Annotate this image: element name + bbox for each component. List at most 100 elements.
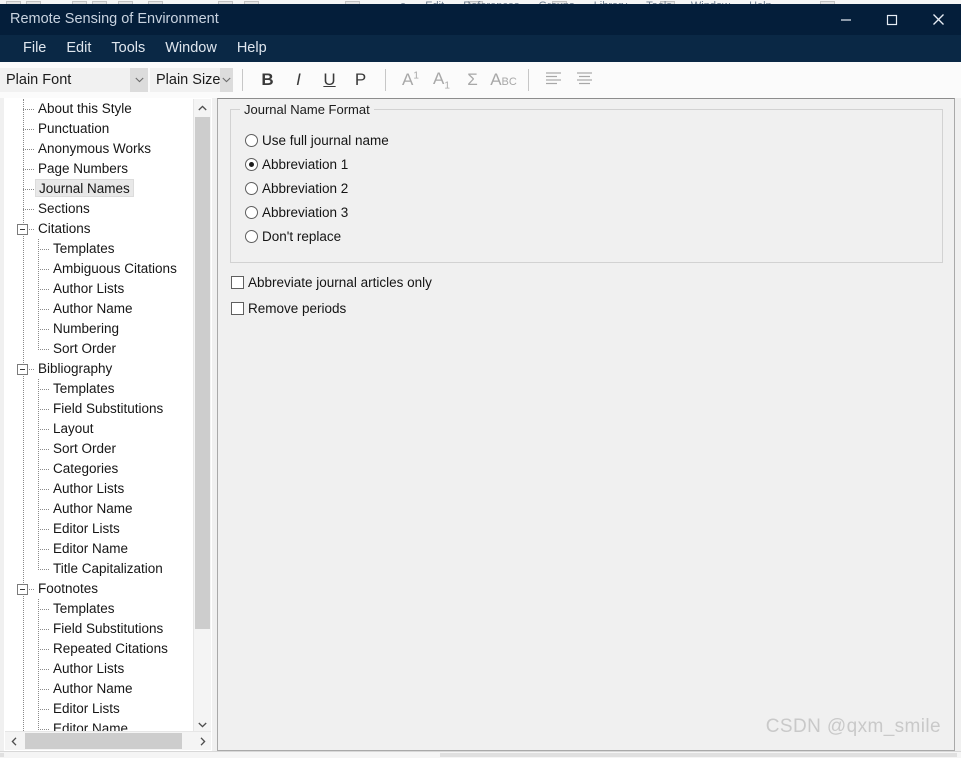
tree-item-label: Templates xyxy=(53,381,115,396)
horizontal-scroll-thumb[interactable] xyxy=(25,733,182,749)
tree-connector-line xyxy=(38,649,49,651)
checkbox-indicator[interactable] xyxy=(231,301,244,315)
tree-vertical-scrollbar[interactable] xyxy=(193,99,211,733)
radio-indicator[interactable] xyxy=(245,133,258,147)
tree-collapse-icon[interactable] xyxy=(17,224,28,235)
tree-item-label: Templates xyxy=(53,601,115,616)
chevron-down-icon[interactable] xyxy=(220,68,233,92)
subscript-icon: A1 xyxy=(433,68,450,92)
tree-item-label: Sort Order xyxy=(53,341,117,356)
scroll-left-icon[interactable] xyxy=(5,732,23,750)
tree-item-label: Author Name xyxy=(53,501,133,516)
symbol-button[interactable]: Σ xyxy=(457,66,488,94)
tree-item-about-this-style[interactable]: About this Style xyxy=(5,99,196,119)
scroll-right-icon[interactable] xyxy=(194,732,211,750)
plain-button[interactable]: P xyxy=(345,66,376,94)
editor-body: About this Style Punctuation Anonymous Wor… xyxy=(0,98,961,758)
tree-item-templates[interactable]: Templates xyxy=(5,379,196,399)
radio-abbreviation-1[interactable]: Abbreviation 1 xyxy=(245,154,348,174)
chevron-down-icon[interactable] xyxy=(130,68,148,92)
tree-item-label: Citations xyxy=(38,221,91,236)
tree-item-label: Author Name xyxy=(53,681,133,696)
subscript-button[interactable]: A1 xyxy=(426,66,457,94)
bold-button[interactable]: B xyxy=(252,66,283,94)
radio-abbreviation-3[interactable]: Abbreviation 3 xyxy=(245,202,348,222)
tree-item-editor-lists[interactable]: Editor Lists xyxy=(5,699,196,719)
maximize-button[interactable] xyxy=(869,4,915,35)
tree-item-author-name[interactable]: Author Name xyxy=(5,679,196,699)
menu-item-edit[interactable]: Edit xyxy=(56,35,101,62)
align-center-button[interactable] xyxy=(569,66,600,94)
tree-item-author-name[interactable]: Author Name xyxy=(5,299,196,319)
radio-indicator[interactable] xyxy=(245,229,258,243)
radio-indicator[interactable] xyxy=(245,157,258,171)
menu-item-window[interactable]: Window xyxy=(155,35,227,62)
style-tree-panel: About this Style Punctuation Anonymous Wor… xyxy=(4,98,212,751)
italic-button[interactable]: I xyxy=(283,66,314,94)
superscript-button[interactable]: A1 xyxy=(395,66,426,94)
tree-connector-line xyxy=(38,709,49,711)
tree-item-title-capitalization[interactable]: Title Capitalization xyxy=(5,559,196,579)
checkbox-indicator[interactable] xyxy=(231,275,244,289)
tree-item-templates[interactable]: Templates xyxy=(5,599,196,619)
checkbox-remove-periods[interactable]: Remove periods xyxy=(231,299,346,317)
window-controls xyxy=(823,4,961,35)
tree-item-bibliography[interactable]: Bibliography xyxy=(5,359,196,379)
small-caps-button[interactable]: ABC xyxy=(488,66,519,94)
tree-item-numbering[interactable]: Numbering xyxy=(5,319,196,339)
style-editor-window: Remote Sensing of Environment File Edit … xyxy=(0,4,961,758)
tree-item-templates[interactable]: Templates xyxy=(5,239,196,259)
underline-button[interactable]: U xyxy=(314,66,345,94)
tree-connector-line xyxy=(23,149,34,151)
tree-item-editor-lists[interactable]: Editor Lists xyxy=(5,519,196,539)
minimize-button[interactable] xyxy=(823,4,869,35)
radio-indicator[interactable] xyxy=(245,181,258,195)
radio-indicator[interactable] xyxy=(245,205,258,219)
tree-item-repeated-citations[interactable]: Repeated Citations xyxy=(5,639,196,659)
align-left-button[interactable] xyxy=(538,66,569,94)
menu-bar: File Edit Tools Window Help xyxy=(0,35,961,62)
radio-abbreviation-2[interactable]: Abbreviation 2 xyxy=(245,178,348,198)
tree-item-editor-name[interactable]: Editor Name xyxy=(5,539,196,559)
tree-item-page-numbers[interactable]: Page Numbers xyxy=(5,159,196,179)
tree-item-punctuation[interactable]: Punctuation xyxy=(5,119,196,139)
checkbox-abbreviate-journal-articles-only[interactable]: Abbreviate journal articles only xyxy=(231,273,432,291)
tree-collapse-icon[interactable] xyxy=(17,364,28,375)
tree-item-categories[interactable]: Categories xyxy=(5,459,196,479)
scroll-up-icon[interactable] xyxy=(194,99,211,116)
size-combo[interactable]: Plain Size xyxy=(150,68,233,92)
tree-item-sort-order[interactable]: Sort Order xyxy=(5,439,196,459)
tree-item-author-lists[interactable]: Author Lists xyxy=(5,479,196,499)
tree-item-footnotes[interactable]: Footnotes xyxy=(5,579,196,599)
radio-use-full-journal-name[interactable]: Use full journal name xyxy=(245,130,389,150)
tree-item-author-name[interactable]: Author Name xyxy=(5,499,196,519)
vertical-scroll-thumb[interactable] xyxy=(195,117,210,629)
app-root: e Edit References Groups Library Tools W… xyxy=(0,0,961,758)
tree-connector-line xyxy=(23,129,34,131)
tree-horizontal-scrollbar[interactable] xyxy=(5,731,211,750)
tree-connector-line xyxy=(38,569,49,571)
tree-item-sections[interactable]: Sections xyxy=(5,199,196,219)
tree-item-layout[interactable]: Layout xyxy=(5,419,196,439)
radio-dont-replace[interactable]: Don't replace xyxy=(245,226,341,246)
tree-item-sort-order[interactable]: Sort Order xyxy=(5,339,196,359)
tree-item-citations[interactable]: Citations xyxy=(5,219,196,239)
tree-item-ambiguous-citations[interactable]: Ambiguous Citations xyxy=(5,259,196,279)
tree-item-author-lists[interactable]: Author Lists xyxy=(5,659,196,679)
menu-item-help[interactable]: Help xyxy=(227,35,277,62)
tree-item-author-lists[interactable]: Author Lists xyxy=(5,279,196,299)
tree-connector-line xyxy=(38,529,49,531)
toolbar-separator xyxy=(385,69,386,91)
tree-item-anonymous-works[interactable]: Anonymous Works xyxy=(5,139,196,159)
plain-icon: P xyxy=(354,70,367,89)
menu-item-tools[interactable]: Tools xyxy=(101,35,155,62)
tree-collapse-icon[interactable] xyxy=(17,584,28,595)
close-button[interactable] xyxy=(915,4,961,35)
tree-item-journal-names[interactable]: Journal Names xyxy=(5,179,196,199)
font-combo[interactable]: Plain Font xyxy=(0,68,148,92)
tree-item-label: Editor Name xyxy=(53,541,129,556)
format-toolbar: Plain Font Plain Size B I U P A1 A1 Σ AB… xyxy=(0,62,961,99)
tree-item-field-substitutions[interactable]: Field Substitutions xyxy=(5,399,196,419)
tree-item-field-substitutions[interactable]: Field Substitutions xyxy=(5,619,196,639)
menu-item-file[interactable]: File xyxy=(13,35,56,62)
